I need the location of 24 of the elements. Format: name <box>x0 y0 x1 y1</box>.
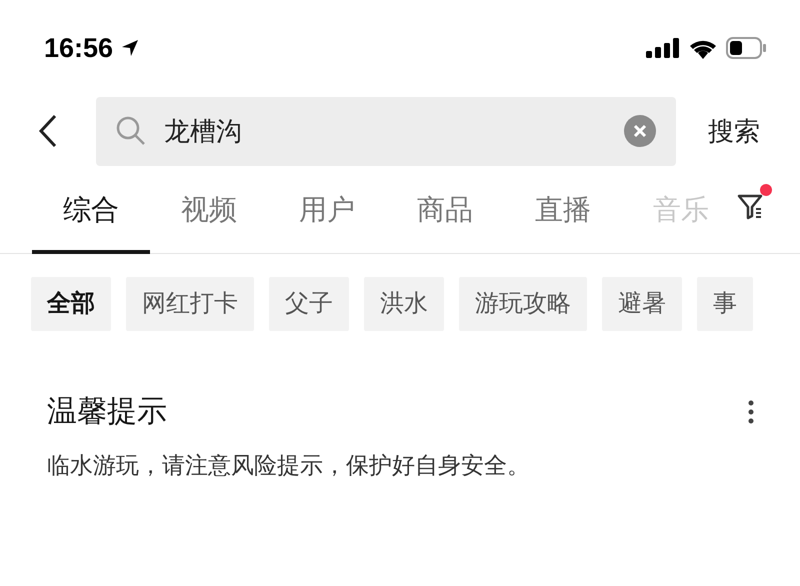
filter-chip[interactable]: 父子 <box>269 277 349 331</box>
filter-chip[interactable]: 避暑 <box>602 277 682 331</box>
filter-chip[interactable]: 网红打卡 <box>126 277 254 331</box>
search-field[interactable]: 龙槽沟 <box>96 96 676 166</box>
tab[interactable]: 商品 <box>386 166 504 254</box>
tab[interactable]: 直播 <box>504 166 622 254</box>
status-time: 16:56 <box>44 32 114 65</box>
back-icon[interactable] <box>38 114 58 148</box>
search-icon <box>116 116 146 146</box>
clear-icon[interactable] <box>624 115 656 147</box>
search-button[interactable]: 搜索 <box>708 112 760 150</box>
tab[interactable]: 视频 <box>150 166 268 254</box>
more-icon[interactable] <box>748 400 754 424</box>
signal-icon <box>646 38 680 58</box>
filter-chip[interactable]: 全部 <box>31 277 111 331</box>
notice-title: 温馨提示 <box>47 394 167 430</box>
battery-icon <box>726 37 766 59</box>
notice-text: 临水游玩，请注意风险提示，保护好自身安全。 <box>46 451 531 480</box>
location-arrow-icon <box>121 39 140 57</box>
tab[interactable]: 用户 <box>268 166 386 254</box>
filter-chip[interactable]: 游玩攻略 <box>459 277 587 331</box>
filter-chip[interactable]: 洪水 <box>364 277 444 331</box>
filter-chip[interactable]: 事 <box>697 277 753 331</box>
tab[interactable]: 综合 <box>32 166 150 254</box>
